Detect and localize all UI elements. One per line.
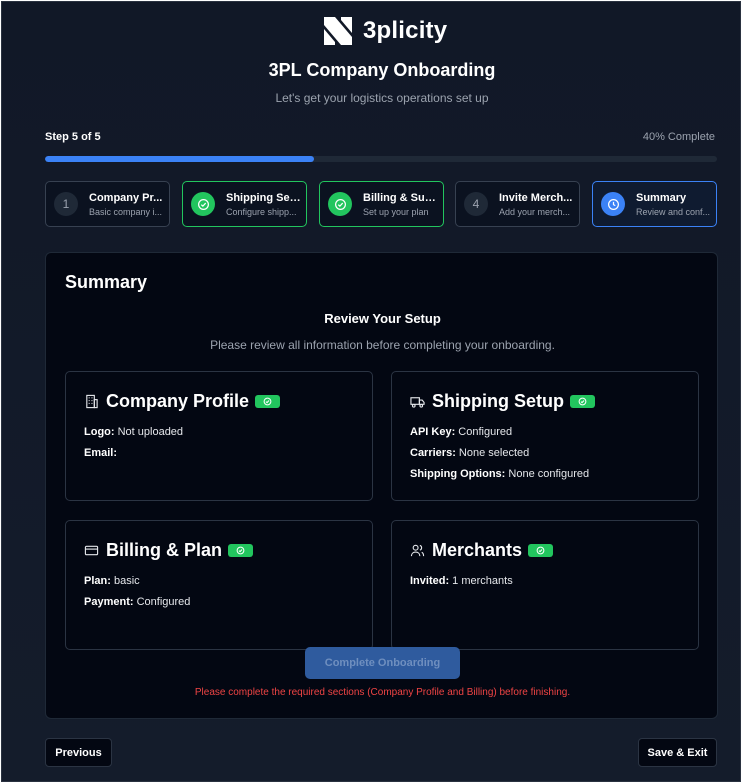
previous-button[interactable]: Previous — [45, 738, 112, 767]
stepper: 1 Company Pr... Basic company i... Shipp… — [45, 181, 717, 227]
save-exit-button[interactable]: Save & Exit — [638, 738, 717, 767]
progress-bar — [45, 156, 717, 162]
step-title: Company Pr... — [89, 191, 163, 204]
credit-card-icon — [84, 542, 100, 558]
progress-bar-fill — [45, 156, 314, 162]
info-line-email: Email: — [84, 447, 118, 459]
complete-badge — [570, 394, 595, 408]
onboarding-window: 3plicity 3PL Company Onboarding Let's ge… — [1, 1, 741, 782]
step-invite-merchants[interactable]: 4 Invite Merch... Add your merch... — [455, 181, 580, 227]
info-line-invited: Invited: 1 merchants — [410, 575, 513, 587]
review-title: Review Your Setup — [324, 311, 441, 326]
step-description: Configure shipp... — [226, 206, 297, 217]
n-logo-mark-icon — [324, 17, 352, 45]
shipping-setup-card: Shipping Setup API Key: Configured Carri… — [391, 371, 699, 501]
complete-badge — [228, 543, 254, 557]
page-subtitle: Let's get your logistics operations set … — [275, 91, 489, 105]
step-title: Invite Merch... — [499, 191, 573, 204]
card-title: Merchants — [432, 539, 523, 560]
complete-onboarding-button[interactable]: Complete Onboarding — [305, 647, 460, 679]
card-title: Company Profile — [106, 390, 250, 411]
step-number: 1 — [54, 192, 78, 216]
complete-badge — [255, 394, 281, 408]
info-line-plan: Plan: basic — [84, 575, 140, 587]
step-summary[interactable]: Summary Review and conf... — [592, 181, 717, 227]
brand-name: 3plicity — [363, 17, 448, 44]
info-line-payment: Payment: Configured — [84, 596, 191, 608]
check-circle-icon — [328, 192, 352, 216]
check-circle-icon — [578, 397, 587, 405]
users-icon — [410, 542, 426, 558]
billing-plan-card: Billing & Plan Plan: basic Payment: Conf… — [65, 520, 373, 650]
info-line-carriers: Carriers: None selected — [410, 447, 530, 459]
truck-icon — [410, 393, 426, 409]
check-circle-icon — [191, 192, 215, 216]
building-icon — [84, 393, 100, 409]
step-description: Basic company i... — [89, 206, 163, 217]
check-circle-icon — [536, 546, 545, 554]
check-circle-icon — [263, 397, 272, 405]
info-line-api-key: API Key: Configured — [410, 426, 513, 438]
step-company-profile[interactable]: 1 Company Pr... Basic company i... — [45, 181, 170, 227]
brand-logo: 3plicity — [322, 15, 447, 47]
step-shipping-setup[interactable]: Shipping Set... Configure shipp... — [182, 181, 307, 227]
review-subtitle: Please review all information before com… — [210, 338, 555, 352]
company-profile-card: Company Profile Logo: Not uploaded Email… — [65, 371, 373, 501]
step-billing-subscription[interactable]: Billing & Sub... Set up your plan — [319, 181, 444, 227]
complete-badge — [528, 543, 554, 557]
card-title: Shipping Setup — [432, 390, 564, 411]
step-number: 4 — [464, 192, 488, 216]
progress-percent-label: 40% Complete — [642, 131, 715, 143]
clock-icon — [601, 192, 625, 216]
info-line-shipping-options: Shipping Options: None configured — [410, 468, 590, 480]
step-description: Set up your plan — [363, 206, 429, 217]
error-message: Please complete the required sections (C… — [194, 687, 571, 698]
step-title: Summary — [636, 191, 687, 204]
step-description: Review and conf... — [636, 206, 711, 217]
panel-title: Summary — [65, 272, 148, 292]
step-description: Add your merch... — [499, 206, 571, 217]
step-title: Shipping Set... — [226, 191, 302, 204]
merchants-card: Merchants Invited: 1 merchants — [391, 520, 699, 650]
page-title: 3PL Company Onboarding — [268, 60, 496, 80]
check-circle-icon — [236, 546, 245, 554]
step-title: Billing & Sub... — [363, 191, 439, 204]
info-line-logo: Logo: Not uploaded — [84, 426, 184, 438]
summary-panel: Summary Review Your Setup Please review … — [45, 252, 718, 719]
step-counter: Step 5 of 5 — [45, 131, 101, 143]
card-title: Billing & Plan — [106, 539, 223, 560]
